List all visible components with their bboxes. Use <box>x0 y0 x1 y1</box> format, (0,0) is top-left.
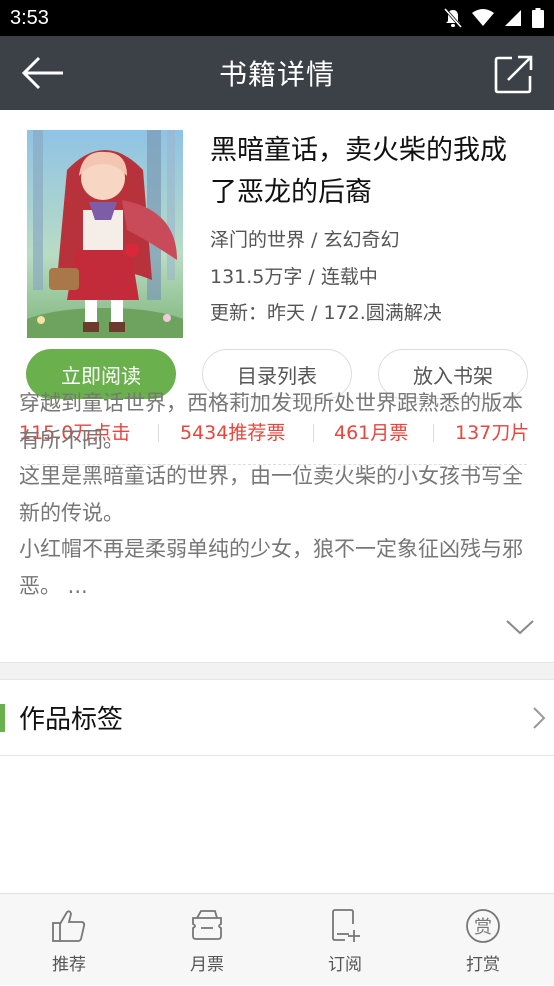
book-latest-update[interactable]: 更新：昨天 / 172.圆满解决 <box>210 298 442 325</box>
work-tags-label: 作品标签 <box>19 705 124 735</box>
subscribe-icon <box>332 908 360 942</box>
ticket-icon <box>192 909 222 940</box>
recommend-button[interactable]: 推荐 <box>0 894 138 986</box>
status-icons <box>444 8 544 28</box>
synopsis-paragraph: 穿越到童话世界，西格莉加发现所处世界跟熟悉的版本有所不同。 <box>19 391 523 452</box>
status-bar: 3:53 <box>0 0 554 36</box>
book-author-genre[interactable]: 泽门的世界 / 玄幻奇幻 <box>210 225 399 252</box>
thumbs-up-icon <box>52 909 86 942</box>
subscribe-label: 订阅 <box>328 954 362 975</box>
accent-bar <box>0 703 5 732</box>
book-word-count-status: 131.5万字 / 连载中 <box>210 266 378 288</box>
chevron-down-icon[interactable] <box>505 617 535 637</box>
synopsis-paragraph: 小红帽不再是柔弱单纯的少女，狼不一定象征凶残与邪恶。 ... <box>19 537 523 598</box>
work-tags-row[interactable]: 作品标签 <box>0 680 554 756</box>
app-bar: 书籍详情 <box>0 36 554 110</box>
book-cover-image[interactable] <box>27 130 183 338</box>
page-title: 书籍详情 <box>218 58 335 91</box>
book-title: 黑暗童话，卖火柴的我成了恶龙的后裔 <box>210 135 507 208</box>
monthly-ticket-label: 月票 <box>190 954 224 975</box>
monthly-ticket-button[interactable]: 月票 <box>138 894 276 986</box>
synopsis[interactable]: 穿越到童话世界，西格莉加发现所处世界跟熟悉的版本有所不同。 这里是黑暗童话的世界… <box>19 385 539 604</box>
back-arrow-icon[interactable] <box>20 55 66 91</box>
bottom-action-bar: 推荐 月票 订阅 赏 打赏 <box>0 893 554 985</box>
battery-icon <box>532 8 544 28</box>
svg-text:赏: 赏 <box>474 917 492 938</box>
synopsis-paragraph: 这里是黑暗童话的世界，由一位卖火柴的小女孩书写全新的传说。 <box>19 464 523 525</box>
signal-icon <box>505 10 521 26</box>
recommend-label: 推荐 <box>52 954 86 975</box>
subscribe-button[interactable]: 订阅 <box>276 894 414 986</box>
notifications-off-icon <box>444 8 462 28</box>
wifi-icon <box>472 9 494 26</box>
section-gap <box>0 662 554 680</box>
reward-button[interactable]: 赏 打赏 <box>414 894 552 986</box>
reward-label: 打赏 <box>466 954 500 975</box>
share-icon[interactable] <box>494 54 534 94</box>
reward-icon: 赏 <box>466 908 500 943</box>
chevron-right-icon <box>533 707 546 729</box>
status-time: 3:53 <box>10 6 49 29</box>
